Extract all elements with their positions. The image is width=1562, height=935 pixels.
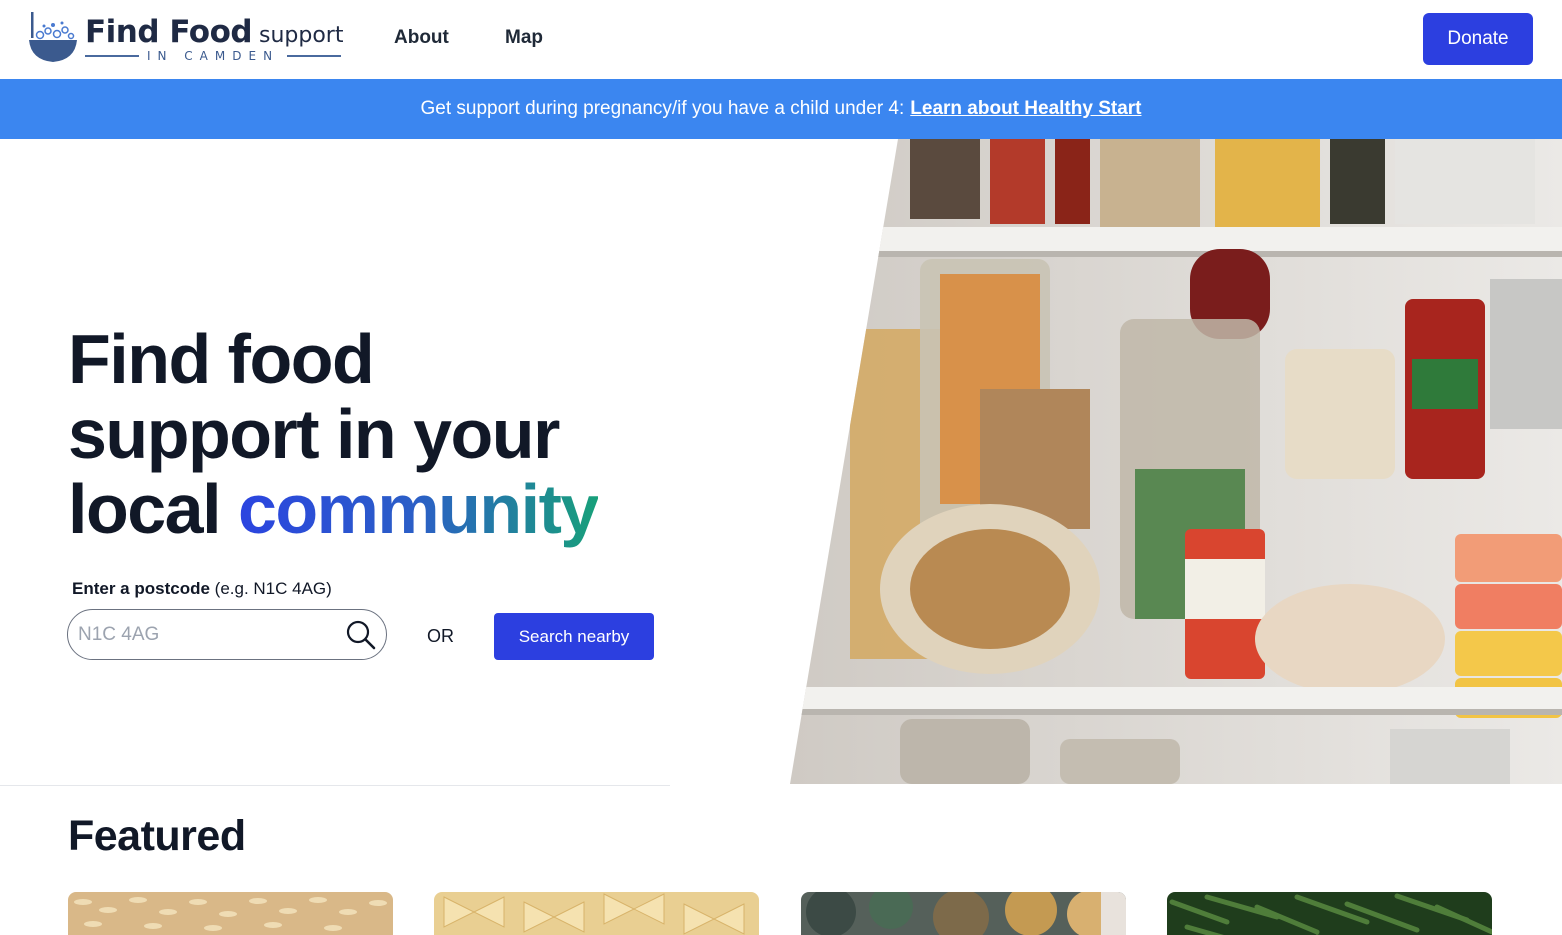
autumn-trees-image	[801, 892, 1126, 935]
logo-subtitle-text: IN CAMDEN	[146, 49, 280, 63]
postcode-search-box	[67, 609, 387, 660]
featured-card-pasta[interactable]	[434, 892, 759, 935]
hero-title-line-2: support in your	[68, 395, 560, 473]
hero-title-accent: community	[237, 470, 599, 548]
site-logo[interactable]: Find Food support IN CAMDEN	[28, 8, 348, 70]
postcode-label-hint: (e.g. N1C 4AG)	[214, 579, 332, 598]
or-text: OR	[427, 626, 454, 646]
pasta-image	[434, 892, 759, 935]
logo-line-left	[85, 55, 139, 57]
postcode-label-bold: Enter a postcode	[72, 579, 210, 598]
hero-title: Find food support in your local communit…	[68, 322, 688, 547]
site-header: Find Food support IN CAMDEN About Map Do…	[0, 0, 1562, 79]
healthy-start-link[interactable]: Learn about Healthy Start	[910, 98, 1141, 120]
logo-title: Find Food	[85, 14, 253, 50]
search-icon[interactable]	[345, 619, 377, 651]
hero-title-line-3: local	[68, 470, 222, 548]
pantry-shelves-image	[790, 139, 1562, 784]
postcode-label: Enter a postcode (e.g. N1C 4AG)	[72, 579, 332, 599]
donate-button[interactable]: Donate	[1423, 13, 1533, 65]
section-divider	[0, 785, 670, 786]
banner-text: Get support during pregnancy/if you have…	[420, 98, 905, 119]
rice-image	[68, 892, 393, 935]
healthy-start-banner: Get support during pregnancy/if you have…	[0, 79, 1562, 139]
nav-about-link[interactable]: About	[394, 27, 449, 49]
featured-card-beans[interactable]	[1167, 892, 1492, 935]
logo-subtitle: IN CAMDEN	[85, 48, 342, 64]
nav-map-link[interactable]: Map	[505, 27, 543, 49]
logo-support-text: support	[259, 23, 344, 48]
featured-card-trees[interactable]	[801, 892, 1126, 935]
postcode-input[interactable]	[78, 618, 338, 652]
search-nearby-button[interactable]: Search nearby	[494, 613, 654, 660]
featured-heading: Featured	[68, 812, 246, 860]
hero-title-line-1: Find food	[68, 320, 375, 398]
featured-card-rice[interactable]	[68, 892, 393, 935]
green-beans-image	[1167, 892, 1492, 935]
food-bowl-icon	[29, 12, 77, 62]
logo-line-right	[287, 55, 342, 57]
